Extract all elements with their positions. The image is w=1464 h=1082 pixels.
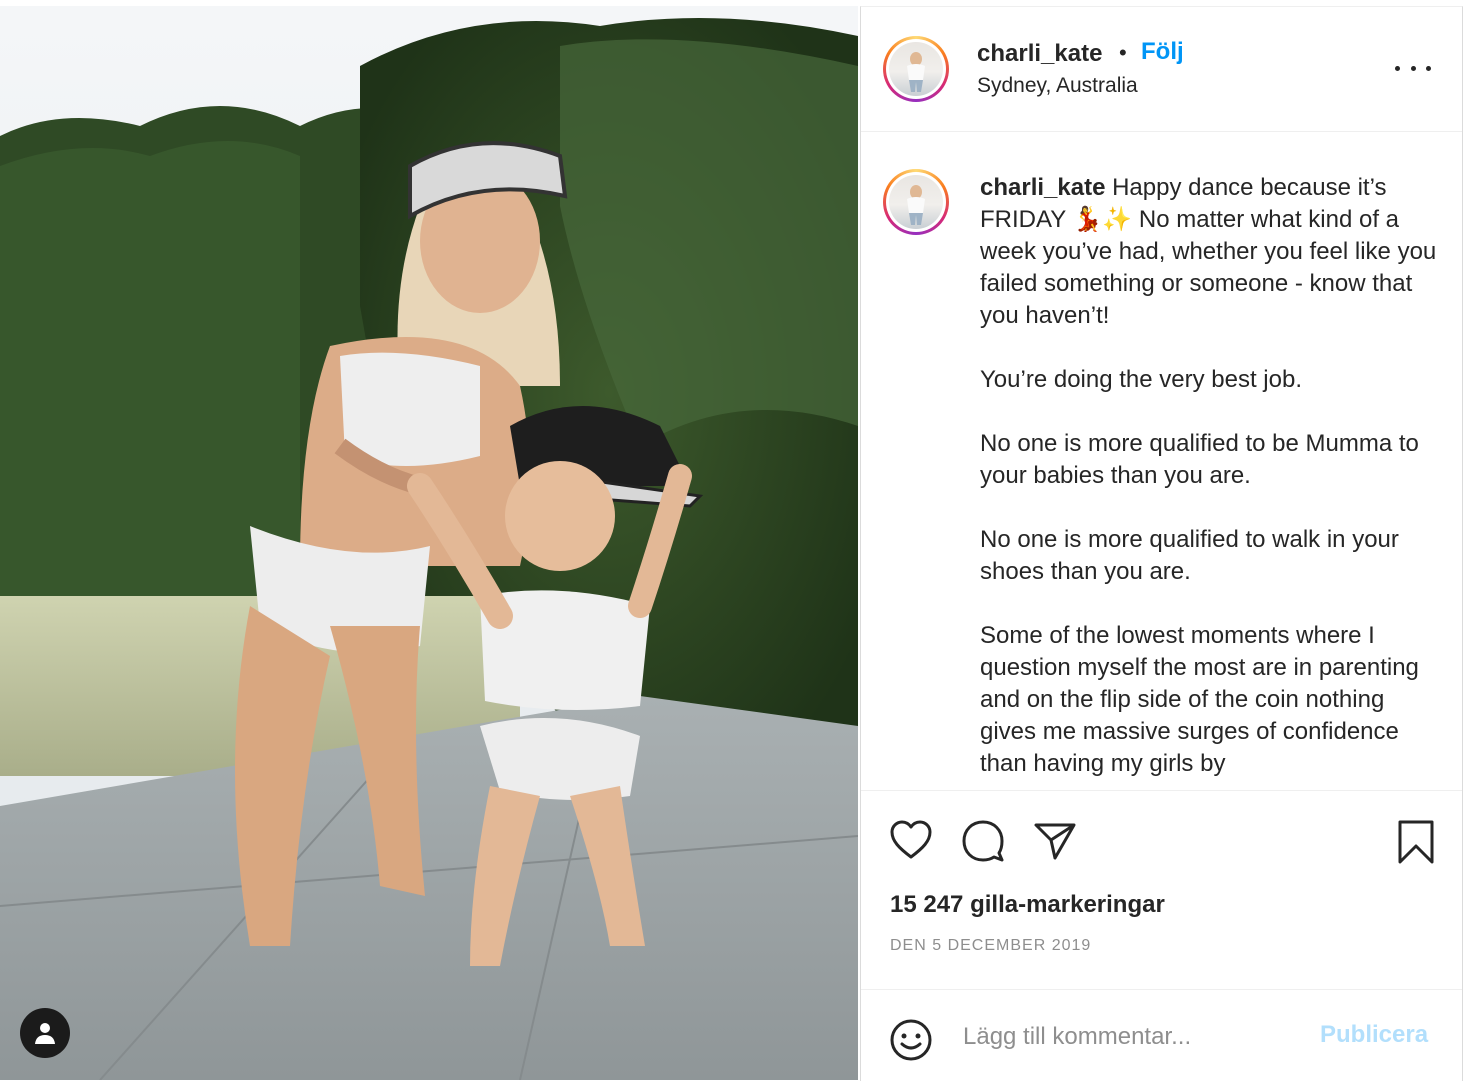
more-horizontal-icon[interactable] [1395, 53, 1431, 83]
post-image [0, 6, 858, 1080]
caption-line: No one is more qualified to walk in your… [980, 526, 1399, 585]
post-photo[interactable] [0, 6, 858, 1080]
user-tag-icon[interactable] [20, 1008, 70, 1058]
post-caption: charli_kate Happy dance because it’s FRI… [980, 172, 1442, 780]
post-date[interactable]: DEN 5 DECEMBER 2019 [890, 937, 1091, 955]
follow-button[interactable]: Följ [1141, 38, 1184, 66]
smiley-icon[interactable] [889, 1018, 933, 1062]
separator-dot: • [1119, 40, 1127, 65]
post-actions: 15 247 gilla-markeringar DEN 5 DECEMBER … [861, 790, 1462, 991]
comment-icon[interactable] [961, 819, 1005, 863]
likes-count[interactable]: 15 247 gilla-markeringar [890, 891, 1165, 919]
share-icon[interactable] [1033, 821, 1077, 861]
comment-bar: Publicera [861, 989, 1462, 1082]
username-link[interactable]: charli_kate [977, 40, 1102, 68]
caption-line: Some of the lowest moments where I quest… [980, 622, 1419, 777]
post-details-panel: charli_kate • Följ Sydney, Australia cha… [860, 6, 1463, 1081]
avatar[interactable] [883, 36, 949, 102]
publish-button[interactable]: Publicera [1320, 1021, 1428, 1049]
heart-icon[interactable] [889, 819, 933, 861]
bookmark-icon[interactable] [1396, 819, 1436, 865]
post-header: charli_kate • Följ Sydney, Australia [861, 7, 1462, 132]
caption-line: No one is more qualified to be Mumma to … [980, 430, 1419, 489]
comment-input[interactable] [961, 1016, 1305, 1058]
location-link[interactable]: Sydney, Australia [977, 74, 1138, 98]
caption-username[interactable]: charli_kate [980, 174, 1105, 201]
caption-avatar[interactable] [883, 169, 949, 235]
comments-section[interactable]: charli_kate Happy dance because it’s FRI… [861, 132, 1462, 790]
caption-line: You’re doing the very best job. [980, 366, 1302, 393]
